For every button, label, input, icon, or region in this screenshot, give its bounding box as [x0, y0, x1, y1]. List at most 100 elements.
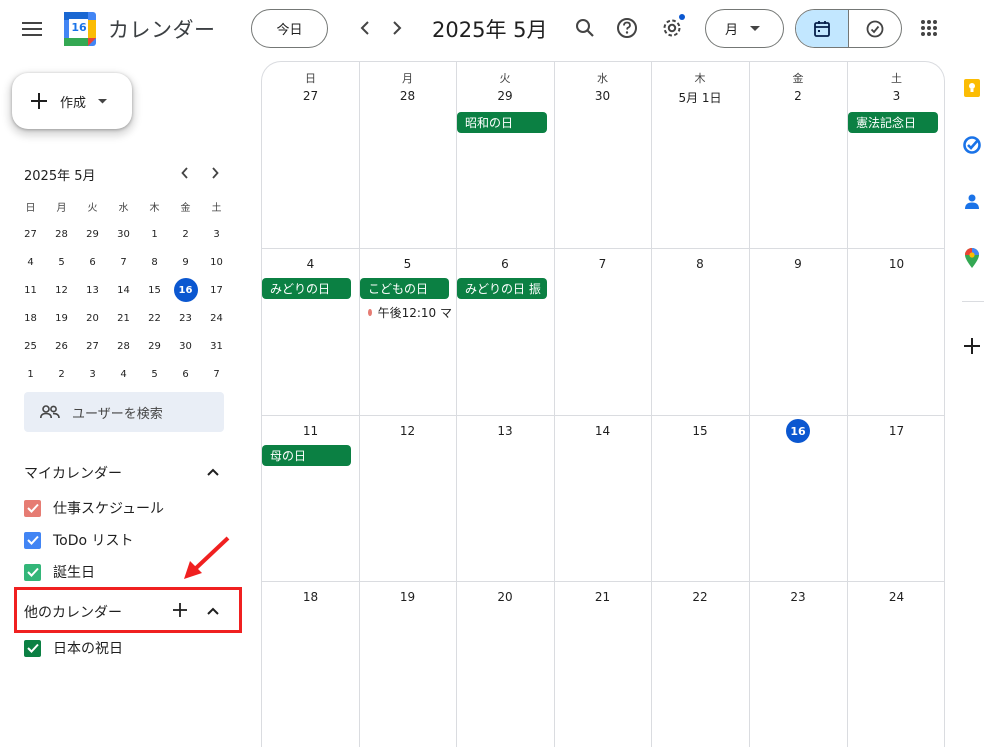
- mini-day[interactable]: 22: [139, 304, 170, 332]
- day-number[interactable]: 11: [262, 424, 359, 438]
- mini-day[interactable]: 3: [77, 360, 108, 388]
- timed-event[interactable]: 午後12:10 マ: [368, 304, 452, 321]
- day-number[interactable]: 13: [456, 424, 554, 438]
- mini-day[interactable]: 26: [46, 332, 77, 360]
- mini-day[interactable]: 30: [170, 332, 201, 360]
- day-number[interactable]: 20: [456, 590, 554, 604]
- mini-day[interactable]: 3: [201, 220, 232, 248]
- day-number[interactable]: 5: [359, 257, 456, 271]
- day-number[interactable]: 7: [554, 257, 651, 271]
- calendar-logo-icon[interactable]: 16: [64, 12, 96, 46]
- event-chip[interactable]: 憲法記念日: [848, 112, 938, 133]
- search-button[interactable]: [571, 14, 599, 42]
- mini-day[interactable]: 28: [108, 332, 139, 360]
- mini-day[interactable]: 1: [139, 220, 170, 248]
- event-chip[interactable]: みどりの日 振: [457, 278, 547, 299]
- calendar-checkbox[interactable]: [24, 639, 41, 657]
- mini-day[interactable]: 6: [170, 360, 201, 388]
- day-number[interactable]: 24: [847, 590, 944, 604]
- mini-day[interactable]: 12: [46, 276, 77, 304]
- day-number[interactable]: 30: [554, 89, 651, 103]
- tasks-view-button[interactable]: [849, 10, 901, 47]
- calendar-checkbox[interactable]: [24, 499, 41, 517]
- mini-day[interactable]: 2: [170, 220, 201, 248]
- other-calendars-collapse-button[interactable]: [201, 599, 225, 623]
- other-calendars-title[interactable]: 他のカレンダー: [24, 602, 122, 622]
- add-addon-button[interactable]: [960, 334, 984, 358]
- day-number[interactable]: 9: [749, 257, 847, 271]
- event-chip[interactable]: こどもの日: [360, 278, 449, 299]
- mini-day[interactable]: 5: [139, 360, 170, 388]
- day-number[interactable]: 14: [554, 424, 651, 438]
- mini-day[interactable]: 2: [46, 360, 77, 388]
- mini-day[interactable]: 21: [108, 304, 139, 332]
- mini-day[interactable]: 23: [170, 304, 201, 332]
- calendar-item-japan-holidays[interactable]: 日本の祝日: [24, 636, 123, 660]
- my-calendars-collapse-button[interactable]: [201, 460, 225, 484]
- mini-next-month-button[interactable]: [205, 163, 225, 183]
- create-button[interactable]: 作成: [12, 73, 132, 129]
- day-number[interactable]: 28: [359, 89, 456, 103]
- tasks-icon[interactable]: [960, 133, 984, 157]
- calendar-item-work[interactable]: 仕事スケジュール: [24, 496, 164, 520]
- day-number[interactable]: 8: [651, 257, 749, 271]
- add-other-calendar-button[interactable]: [170, 600, 190, 620]
- calendar-view-button[interactable]: [796, 10, 849, 47]
- main-menu-button[interactable]: [12, 9, 52, 49]
- day-number[interactable]: 12: [359, 424, 456, 438]
- mini-day[interactable]: 11: [15, 276, 46, 304]
- day-number[interactable]: 19: [359, 590, 456, 604]
- mini-day[interactable]: 9: [170, 248, 201, 276]
- view-selector[interactable]: 月: [705, 9, 784, 48]
- mini-day[interactable]: 13: [77, 276, 108, 304]
- my-calendars-title[interactable]: マイカレンダー: [24, 463, 122, 483]
- day-number[interactable]: 5月 1日: [651, 89, 749, 106]
- google-apps-button[interactable]: [915, 14, 943, 42]
- event-chip[interactable]: 母の日: [262, 445, 351, 466]
- day-number[interactable]: 23: [749, 590, 847, 604]
- day-number[interactable]: 4: [262, 257, 359, 271]
- day-number[interactable]: 2: [749, 89, 847, 103]
- mini-day[interactable]: 8: [139, 248, 170, 276]
- calendar-checkbox[interactable]: [24, 531, 41, 549]
- day-number[interactable]: 18: [262, 590, 359, 604]
- mini-day[interactable]: 24: [201, 304, 232, 332]
- mini-day[interactable]: 30: [108, 220, 139, 248]
- mini-day[interactable]: 27: [15, 220, 46, 248]
- mini-day[interactable]: 17: [201, 276, 232, 304]
- settings-button[interactable]: [658, 14, 686, 42]
- mini-day[interactable]: 10: [201, 248, 232, 276]
- day-number[interactable]: 17: [847, 424, 944, 438]
- maps-icon[interactable]: [960, 246, 984, 270]
- mini-day[interactable]: 31: [201, 332, 232, 360]
- account-avatar[interactable]: [943, 4, 995, 56]
- day-number[interactable]: 15: [651, 424, 749, 438]
- today-button[interactable]: 今日: [251, 9, 328, 48]
- mini-day[interactable]: 15: [139, 276, 170, 304]
- mini-prev-month-button[interactable]: [175, 163, 195, 183]
- event-chip[interactable]: 昭和の日: [457, 112, 547, 133]
- mini-day[interactable]: 4: [108, 360, 139, 388]
- day-number[interactable]: 6: [456, 257, 554, 271]
- mini-day[interactable]: 18: [15, 304, 46, 332]
- day-number[interactable]: 22: [651, 590, 749, 604]
- event-chip[interactable]: みどりの日: [262, 278, 351, 299]
- mini-day[interactable]: 28: [46, 220, 77, 248]
- mini-day[interactable]: 16: [170, 276, 201, 304]
- calendar-item-todo[interactable]: ToDo リスト: [24, 528, 134, 552]
- mini-day[interactable]: 1: [15, 360, 46, 388]
- mini-day[interactable]: 4: [15, 248, 46, 276]
- mini-day[interactable]: 5: [46, 248, 77, 276]
- day-number[interactable]: 10: [847, 257, 944, 271]
- mini-day[interactable]: 14: [108, 276, 139, 304]
- search-people-field[interactable]: ユーザーを検索: [24, 392, 224, 432]
- help-button[interactable]: [613, 14, 641, 42]
- today-date[interactable]: 16: [786, 419, 810, 443]
- mini-day[interactable]: 29: [139, 332, 170, 360]
- mini-day[interactable]: 6: [77, 248, 108, 276]
- day-number[interactable]: 21: [554, 590, 651, 604]
- next-month-button[interactable]: [383, 14, 411, 42]
- mini-day[interactable]: 29: [77, 220, 108, 248]
- calendar-item-birthdays[interactable]: 誕生日: [24, 560, 95, 584]
- mini-day[interactable]: 25: [15, 332, 46, 360]
